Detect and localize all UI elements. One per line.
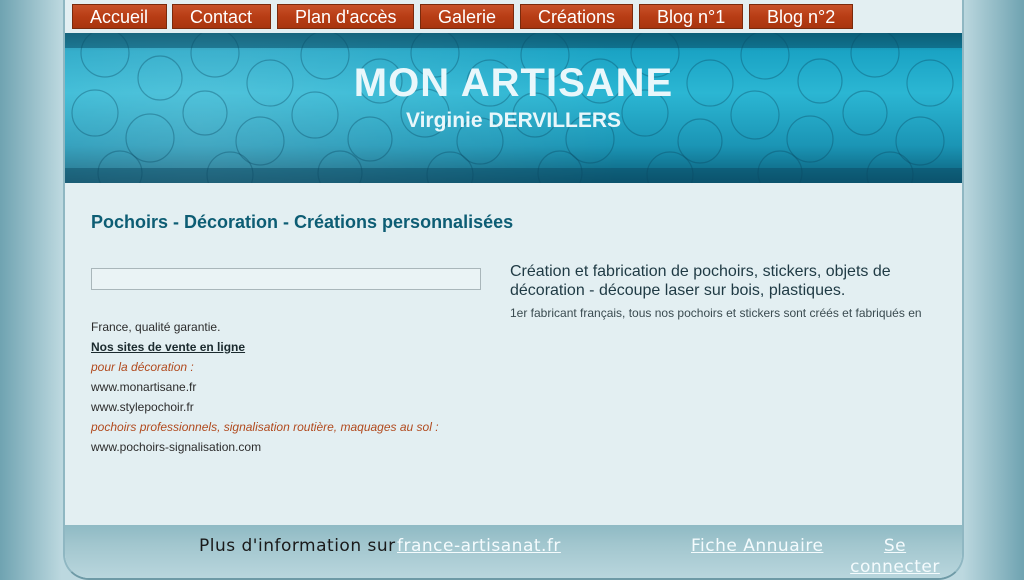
description-block: Création et fabrication de pochoirs, sti… [510, 262, 940, 320]
nav-item-contact[interactable]: Contact [172, 4, 271, 29]
site-subtitle: Virginie DERVILLERS [405, 109, 622, 132]
site-title: MON ARTISANE [353, 61, 674, 105]
login-link[interactable]: Se connecter [845, 536, 945, 578]
site-pochoirs-signalisation: www.pochoirs-signalisation.com [91, 440, 262, 454]
page-container: Accueil Contact Plan d'accès Galerie Cré… [63, 0, 964, 580]
footer-info-text: Plus d'information sur [199, 536, 396, 556]
description-main: Création et fabrication de pochoirs, sti… [510, 263, 891, 299]
fiche-annuaire-link[interactable]: Fiche Annuaire [691, 536, 823, 556]
banner-top-stripe [65, 33, 962, 48]
footer: Plus d'information sur france-artisanat.… [65, 525, 962, 578]
nav-item-blog-2[interactable]: Blog n°2 [749, 4, 853, 29]
online-shops-link[interactable]: Nos sites de vente en ligne [91, 339, 491, 359]
site-monartisane: www.monartisane.fr [91, 380, 197, 394]
page-heading: Pochoirs - Décoration - Créations person… [91, 212, 514, 232]
site-stylepochoir: www.stylepochoir.fr [91, 400, 194, 414]
professional-category-label: pochoirs professionnels, signalisation r… [91, 420, 439, 434]
france-artisanat-link[interactable]: france-artisanat.fr [397, 536, 561, 556]
main-nav: Accueil Contact Plan d'accès Galerie Cré… [65, 0, 962, 33]
banner-bubble-pattern [71, 33, 954, 183]
sales-sites-list: France, qualité garantie. Nos sites de v… [91, 319, 491, 459]
empty-content-box [91, 268, 481, 290]
nav-item-galerie[interactable]: Galerie [420, 4, 514, 29]
guarantee-text: France, qualité garantie. [91, 320, 221, 334]
nav-item-accueil[interactable]: Accueil [72, 4, 167, 29]
header-banner: MON ARTISANE Virginie DERVILLERS [65, 33, 962, 183]
nav-item-plan-acces[interactable]: Plan d'accès [277, 4, 414, 29]
description-sub: 1er fabricant français, tous nos pochoir… [510, 306, 922, 320]
nav-item-blog-1[interactable]: Blog n°1 [639, 4, 743, 29]
banner-bottom-stripe [65, 168, 962, 183]
nav-item-creations[interactable]: Créations [520, 4, 633, 29]
decoration-category-label: pour la décoration : [91, 360, 194, 374]
